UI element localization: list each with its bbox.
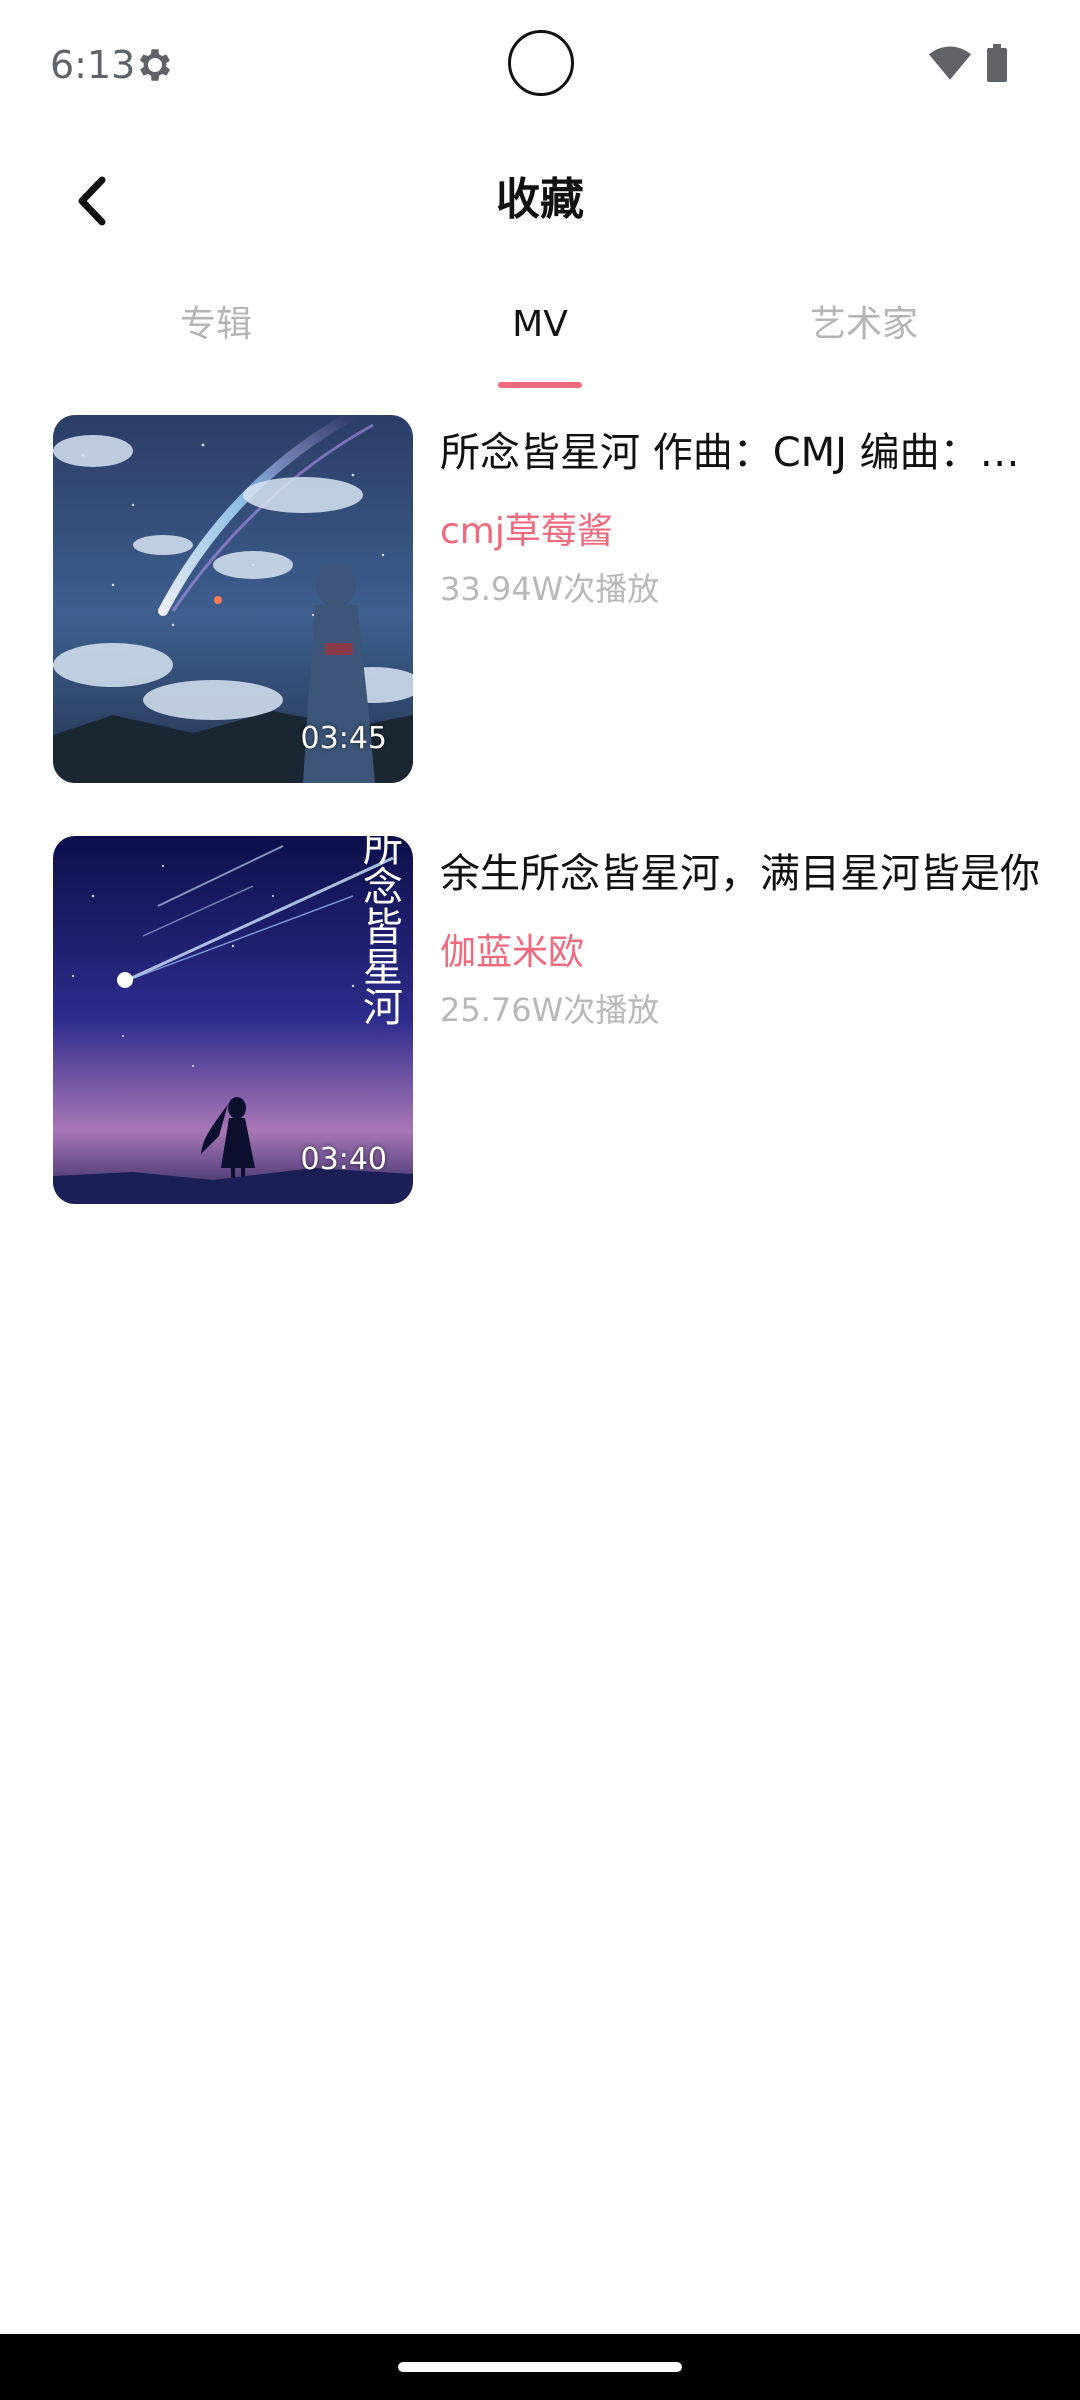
tab-albums[interactable]: 专辑 bbox=[96, 300, 336, 350]
active-tab-indicator bbox=[498, 382, 582, 388]
mv-artist[interactable]: 伽蓝米欧 bbox=[440, 928, 584, 978]
mv-play-count: 33.94W次播放 bbox=[440, 570, 660, 608]
battery-icon bbox=[987, 44, 1007, 82]
home-indicator[interactable] bbox=[398, 2362, 682, 2372]
header: 收藏 bbox=[0, 150, 1080, 250]
status-time: 6:13 bbox=[50, 43, 136, 87]
tab-artists[interactable]: 艺术家 bbox=[744, 300, 984, 350]
page-title: 收藏 bbox=[496, 174, 584, 225]
tab-bar: 专辑 MV 艺术家 bbox=[0, 290, 1080, 390]
cover-text: 所念皆星河 bbox=[356, 836, 402, 1026]
mv-play-count: 25.76W次播放 bbox=[440, 991, 660, 1029]
mv-list-item[interactable]: 03:45 所念皆星河 作曲：CMJ 编曲：CMJ cmj草莓酱 33.94W次… bbox=[0, 415, 1080, 785]
mv-title: 余生所念皆星河，满目星河皆是你 bbox=[440, 851, 1040, 897]
screen: 6:13 收藏 专辑 MV 艺术家 03:45 所念皆星河 作曲：CMJ 编曲：… bbox=[0, 0, 1080, 2400]
mv-thumbnail: 03:45 bbox=[53, 415, 413, 783]
mv-artist[interactable]: cmj草莓酱 bbox=[440, 507, 613, 557]
settings-gear-icon bbox=[139, 49, 171, 81]
mv-duration: 03:40 bbox=[300, 1142, 387, 1177]
mv-list-item[interactable]: 所念皆星河 03:40 余生所念皆星河，满目星河皆是你 伽蓝米欧 25.76W次… bbox=[0, 836, 1080, 1206]
wifi-icon bbox=[929, 46, 971, 80]
system-navigation-bar bbox=[0, 2334, 1080, 2400]
mv-title: 所念皆星河 作曲：CMJ 编曲：CMJ bbox=[440, 430, 1040, 476]
camera-cutout bbox=[508, 30, 574, 96]
status-bar: 6:13 bbox=[0, 0, 1080, 130]
mv-thumbnail: 所念皆星河 03:40 bbox=[53, 836, 413, 1204]
tab-mv[interactable]: MV bbox=[420, 300, 660, 350]
mv-duration: 03:45 bbox=[300, 721, 387, 756]
